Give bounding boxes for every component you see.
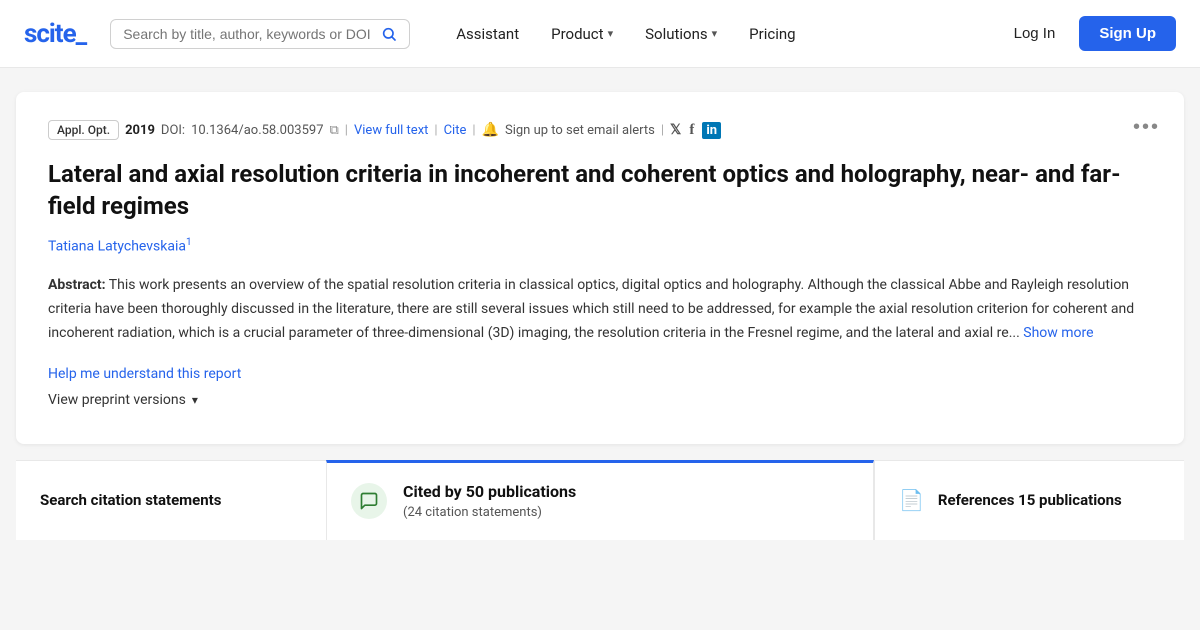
alert-text: Sign up to set email alerts [505, 123, 655, 138]
references-icon: 📄 [899, 488, 924, 512]
login-button[interactable]: Log In [998, 17, 1072, 50]
paper-doi-label: DOI: [161, 123, 185, 138]
facebook-icon[interactable]: f [689, 122, 694, 139]
linkedin-icon[interactable]: in [702, 122, 721, 139]
paper-author[interactable]: Tatiana Latychevskaia1 [48, 237, 1152, 255]
preprint-toggle[interactable]: View preprint versions ▾ [48, 392, 1152, 408]
search-citations-label: Search citation statements [40, 491, 221, 509]
paper-title: Lateral and axial resolution criteria in… [48, 158, 1152, 223]
social-icons: 𝕏 f in [670, 122, 721, 139]
logo-text: scite_ [24, 19, 86, 49]
paper-meta: Appl. Opt. 2019 DOI: 10.1364/ao.58.00359… [48, 120, 1152, 140]
nav-links: Assistant Product ▾ Solutions ▾ Pricing [442, 17, 997, 51]
preprint-label: View preprint versions [48, 392, 186, 408]
paper-doi: 10.1364/ao.58.003597 [191, 123, 323, 138]
references-panel[interactable]: 📄 References 15 publications [874, 460, 1184, 540]
bell-icon: 🔔 [482, 122, 499, 138]
preprint-chevron-icon: ▾ [192, 393, 198, 407]
cited-by-icon [351, 483, 387, 519]
cited-by-main: Cited by 50 publications (24 citation st… [403, 482, 849, 520]
signup-button[interactable]: Sign Up [1079, 16, 1176, 51]
cited-by-sub: (24 citation statements) [403, 505, 849, 520]
abstract-label: Abstract: [48, 277, 106, 293]
cite-link[interactable]: Cite [444, 123, 467, 138]
product-chevron-icon: ▾ [608, 27, 614, 40]
abstract-body: This work presents an overview of the sp… [48, 277, 1134, 341]
view-full-text-link[interactable]: View full text [354, 123, 428, 138]
logo[interactable]: scite_ [24, 19, 86, 49]
search-input[interactable] [123, 26, 381, 42]
more-options-button[interactable]: ••• [1133, 116, 1160, 139]
search-citations-panel: Search citation statements [16, 460, 326, 540]
navbar: scite_ Assistant Product ▾ Solutions ▾ P… [0, 0, 1200, 68]
paper-year: 2019 [125, 123, 155, 138]
search-button[interactable] [381, 26, 397, 42]
cited-by-title: Cited by 50 publications [403, 482, 849, 503]
search-bar [110, 19, 410, 49]
bottom-section: Search citation statements Cited by 50 p… [16, 460, 1184, 540]
solutions-chevron-icon: ▾ [712, 27, 718, 40]
cited-by-panel[interactable]: Cited by 50 publications (24 citation st… [326, 460, 874, 540]
journal-badge: Appl. Opt. [48, 120, 119, 140]
nav-item-product[interactable]: Product ▾ [537, 17, 627, 51]
nav-item-solutions[interactable]: Solutions ▾ [631, 17, 731, 51]
show-more-link[interactable]: Show more [1023, 325, 1093, 341]
references-label: References 15 publications [938, 491, 1122, 509]
twitter-icon[interactable]: 𝕏 [670, 122, 681, 138]
copy-icon[interactable]: ⧉ [330, 123, 339, 138]
paper-abstract: Abstract: This work presents an overview… [48, 274, 1152, 345]
paper-card: ••• Appl. Opt. 2019 DOI: 10.1364/ao.58.0… [16, 92, 1184, 444]
main-content: ••• Appl. Opt. 2019 DOI: 10.1364/ao.58.0… [0, 68, 1200, 540]
nav-item-pricing[interactable]: Pricing [735, 17, 809, 51]
help-understand-link[interactable]: Help me understand this report [48, 366, 241, 382]
nav-item-assistant[interactable]: Assistant [442, 17, 533, 51]
